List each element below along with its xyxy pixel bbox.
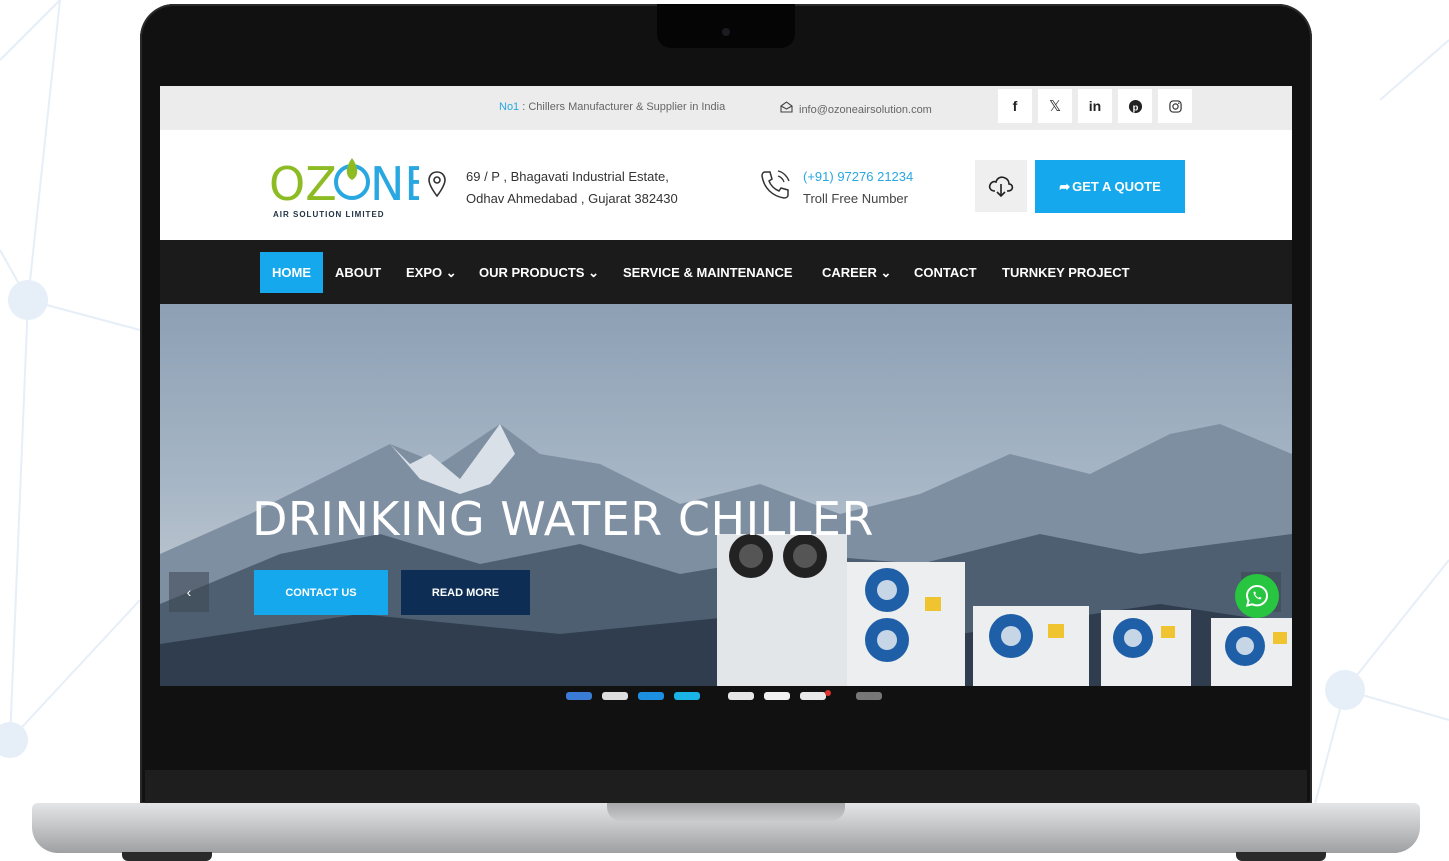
whatsapp-icon <box>1245 584 1269 607</box>
website-screen: No1 : Chillers Manufacturer & Supplier i… <box>160 86 1292 686</box>
mail-icon <box>780 101 793 116</box>
nav-career-label: CAREER <box>822 265 877 280</box>
laptop-foot-right <box>1236 852 1326 861</box>
camera-icon <box>722 28 730 36</box>
get-a-quote-button[interactable]: ➦ GET A QUOTE <box>1035 160 1185 213</box>
email-link[interactable]: info@ozoneairsolution.com <box>780 101 932 116</box>
chevron-down-icon: ⌄ <box>588 265 599 280</box>
chevron-down-icon: ⌄ <box>880 265 892 280</box>
chevron-down-icon: ⌄ <box>445 265 457 280</box>
laptop-foot-left <box>122 852 212 861</box>
whatsapp-button[interactable] <box>1235 574 1279 618</box>
main-navigation: HOME ABOUT EXPO ⌄ OUR PRODUCTS ⌄ SERVICE… <box>160 240 1292 304</box>
nav-turnkey-project[interactable]: TURNKEY PROJECT <box>1002 252 1130 293</box>
tagline-text: : Chillers Manufacturer & Supplier in In… <box>519 101 726 113</box>
tagline: No1 : Chillers Manufacturer & Supplier i… <box>499 101 725 113</box>
dock-strip <box>566 690 882 700</box>
phone-label: Troll Free Number <box>803 191 908 206</box>
nav-home[interactable]: HOME <box>260 252 323 293</box>
location-pin-icon <box>427 170 447 205</box>
address-line-2: Odhav Ahmedabad , Gujarat 382430 <box>466 191 678 206</box>
chevron-left-icon: ‹ <box>186 584 192 600</box>
nav-about-label: ABOUT <box>335 265 382 280</box>
laptop-notch <box>657 4 795 48</box>
nav-contact[interactable]: CONTACT <box>914 252 977 293</box>
nav-service-label: SERVICE & MAINTENANCE <box>623 265 793 280</box>
social-links: f 𝕏 in p <box>998 89 1192 123</box>
contact-us-button[interactable]: CONTACT US <box>254 570 388 615</box>
logo-wordmark: OZ NE <box>269 157 433 211</box>
slider-prev-button[interactable]: ‹ <box>169 572 209 612</box>
phone-block[interactable]: (+91) 97276 21234 Troll Free Number <box>803 166 913 210</box>
email-text: info@ozoneairsolution.com <box>799 104 932 116</box>
nav-expo-label: EXPO <box>406 265 443 280</box>
nav-home-label: HOME <box>272 265 311 280</box>
cloud-download-icon <box>988 176 1014 198</box>
pinterest-icon[interactable]: p <box>1118 89 1152 123</box>
tagline-rank: No1 <box>499 101 520 113</box>
nav-career[interactable]: CAREER ⌄ <box>822 252 891 293</box>
nav-our-products[interactable]: OUR PRODUCTS ⌄ <box>479 252 599 293</box>
instagram-icon[interactable] <box>1158 89 1192 123</box>
logo-subtitle: AIR SOLUTION LIMITED <box>273 210 385 219</box>
svg-text:NE: NE <box>370 157 419 210</box>
nav-expo[interactable]: EXPO ⌄ <box>406 252 457 293</box>
top-info-bar: No1 : Chillers Manufacturer & Supplier i… <box>160 86 1292 130</box>
nav-about[interactable]: ABOUT <box>335 252 381 293</box>
x-icon[interactable]: 𝕏 <box>1038 89 1072 123</box>
address-block: 69 / P , Bhagavati Industrial Estate, Od… <box>466 166 678 210</box>
phone-number[interactable]: (+91) 97276 21234 <box>803 166 913 188</box>
nav-service-maintenance[interactable]: SERVICE & MAINTENANCE <box>623 252 793 293</box>
facebook-icon[interactable]: f <box>998 89 1032 123</box>
download-brochure-button[interactable] <box>975 160 1027 212</box>
phone-icon <box>758 168 792 207</box>
nav-our-products-label: OUR PRODUCTS <box>479 265 585 280</box>
linkedin-icon[interactable]: in <box>1078 89 1112 123</box>
address-line-1: 69 / P , Bhagavati Industrial Estate, <box>466 169 669 184</box>
get-a-quote-label: GET A QUOTE <box>1072 179 1161 194</box>
hero-title: DRINKING WATER CHILLER <box>252 492 874 546</box>
svg-text:p: p <box>1132 102 1138 112</box>
chiller-units-image <box>717 534 1292 686</box>
hero-slider: DRINKING WATER CHILLER CONTACT US READ M… <box>160 304 1292 686</box>
svg-text:OZ: OZ <box>269 157 337 210</box>
nav-turnkey-label: TURNKEY PROJECT <box>1002 265 1130 280</box>
laptop-thumb-notch <box>607 803 845 821</box>
read-more-button[interactable]: READ MORE <box>401 570 530 615</box>
share-icon: ➦ <box>1059 178 1071 194</box>
company-logo[interactable]: OZ NE AIR SOLUTION LIMITED <box>269 152 433 222</box>
laptop-hinge <box>145 770 1307 804</box>
nav-contact-label: CONTACT <box>914 265 977 280</box>
site-header: OZ NE AIR SOLUTION LIMITED 69 / P , Bhag… <box>160 130 1292 240</box>
